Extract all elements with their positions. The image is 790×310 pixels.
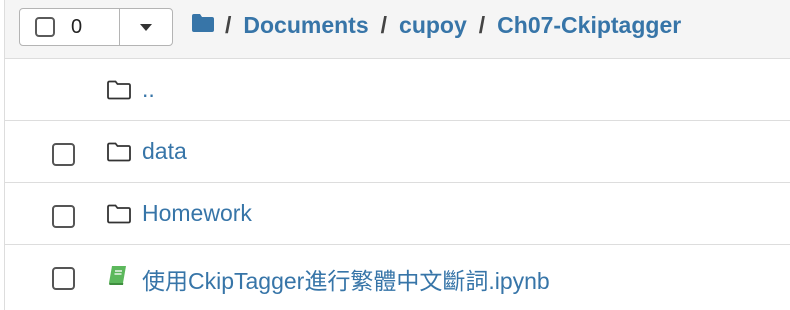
breadcrumb-separator: / [478, 11, 486, 38]
breadcrumb-documents[interactable]: Documents [243, 12, 368, 39]
folder-icon [106, 204, 132, 229]
breadcrumb-separator: / [225, 11, 232, 38]
list-header: 0 / Documents / cupoy / Ch07-Ckiptagger [5, 0, 790, 59]
select-all-button[interactable]: 0 [20, 9, 120, 45]
breadcrumb-ch07-ckiptagger[interactable]: Ch07-Ckiptagger [497, 12, 681, 39]
folder-icon [106, 142, 132, 167]
select-dropdown-group: 0 [19, 8, 173, 46]
select-all-checkbox[interactable] [35, 17, 55, 37]
folder-link-data[interactable]: data [142, 138, 187, 165]
list-item[interactable]: 使用CkipTagger進行繁體中文斷詞.ipynb [5, 245, 790, 307]
list-item[interactable]: Homework [5, 183, 790, 245]
folder-icon [106, 80, 132, 105]
file-browser-panel: 0 / Documents / cupoy / Ch07-Ckiptagger [4, 0, 790, 310]
row-checkbox[interactable] [52, 143, 75, 166]
list-item[interactable]: data [5, 121, 790, 183]
breadcrumb-separator: / [380, 11, 388, 38]
notebook-link[interactable]: 使用CkipTagger進行繁體中文斷詞.ipynb [142, 262, 550, 296]
select-menu-toggle[interactable] [120, 9, 172, 45]
selected-count: 0 [71, 15, 83, 38]
notebook-icon [106, 263, 130, 292]
folder-link-homework[interactable]: Homework [142, 200, 252, 227]
caret-down-icon [140, 23, 152, 31]
breadcrumb: / Documents / cupoy / Ch07-Ckiptagger [191, 12, 681, 38]
row-checkbox[interactable] [52, 267, 75, 290]
list-item[interactable]: .. [5, 59, 790, 121]
parent-folder-link[interactable]: .. [142, 76, 155, 103]
breadcrumb-cupoy[interactable]: cupoy [399, 12, 467, 39]
home-folder-icon[interactable] [191, 12, 215, 39]
row-checkbox[interactable] [52, 205, 75, 228]
